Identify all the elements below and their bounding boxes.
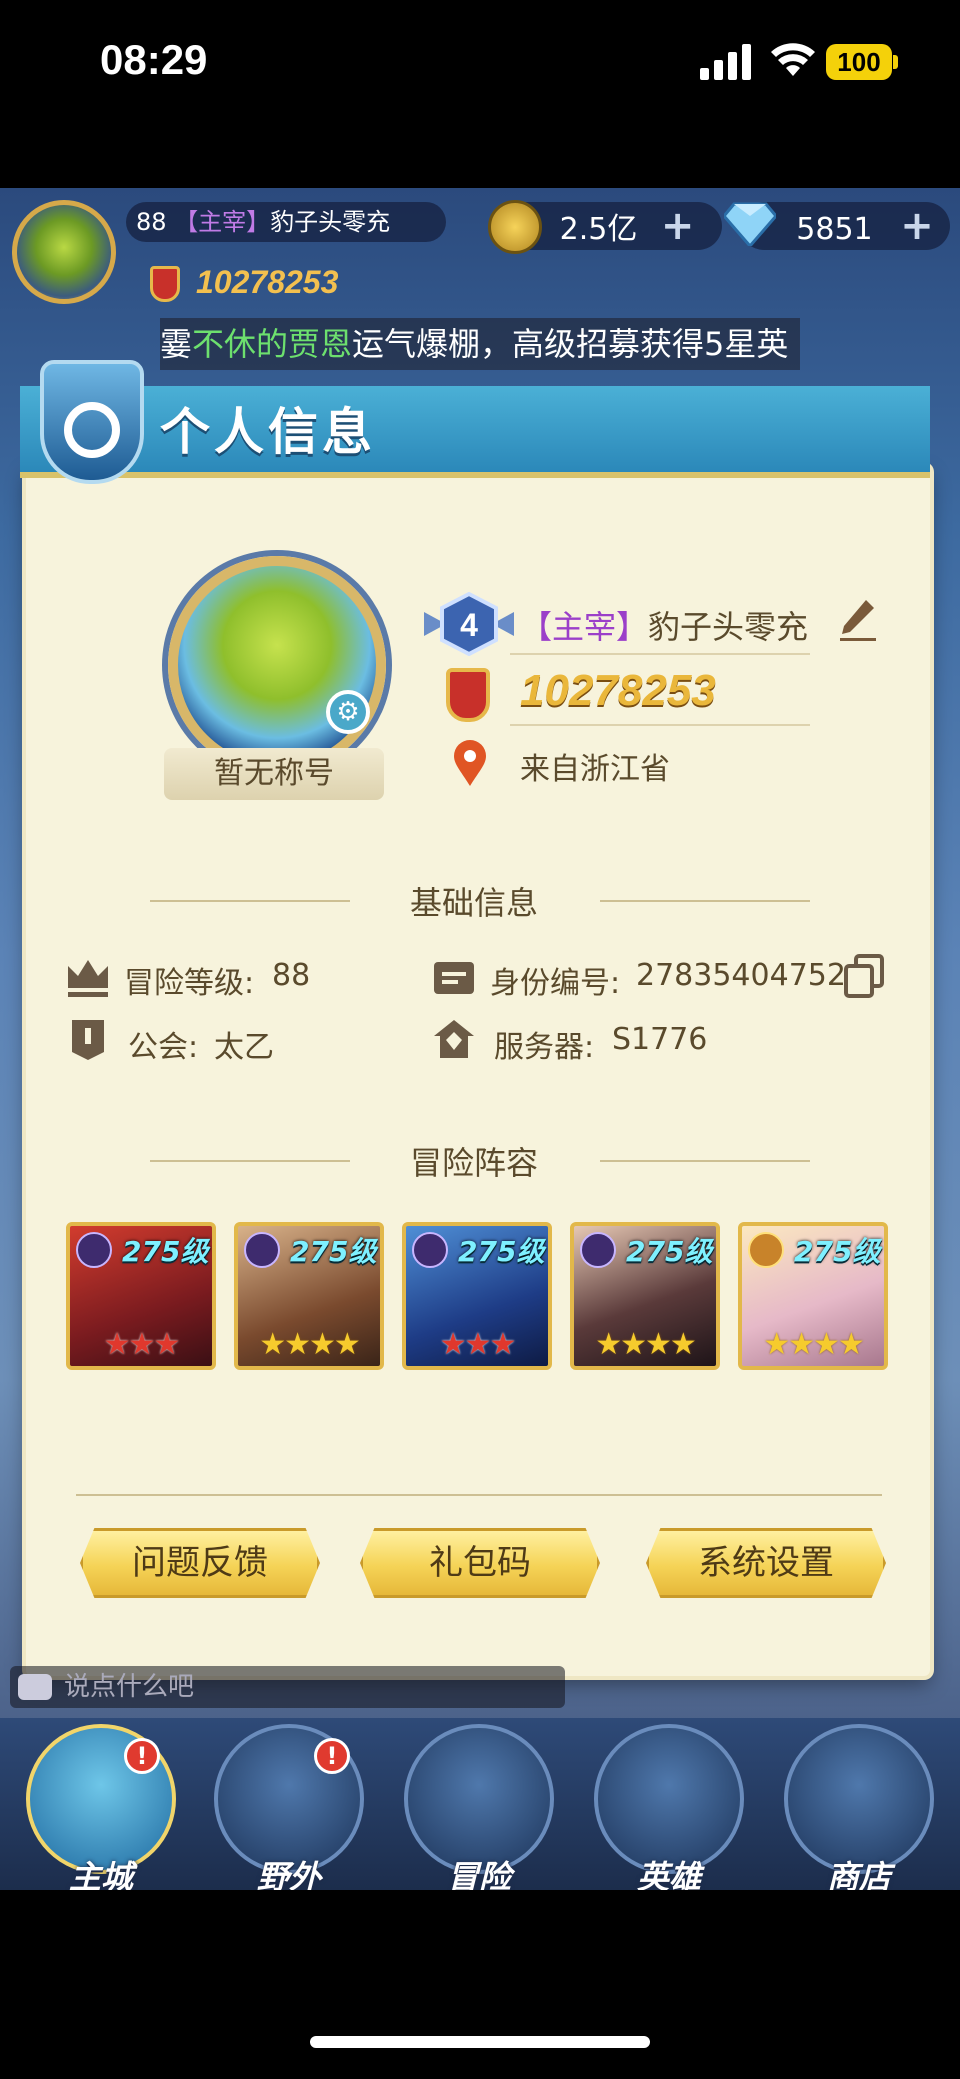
nav-wild-label: 野外	[256, 1858, 321, 1890]
panel-title: 个人信息	[160, 403, 376, 461]
screen: 08:29 100 88 【主宰】豹子头零充 10278253 2.5亿 + 5…	[0, 0, 960, 2079]
id-label: 身份编号:	[490, 966, 621, 1001]
bottom-divider	[76, 1494, 882, 1496]
alert-badge: !	[314, 1738, 350, 1774]
gem-amount: 5851	[796, 212, 873, 247]
player-title-ribbon[interactable]: 暂无称号	[164, 748, 384, 800]
announcement-ticker: 霎不休的贾恩运气爆棚，高级招募获得5星英	[160, 318, 800, 370]
wifi-icon	[771, 43, 815, 76]
nav-adventure-label: 冒险	[446, 1858, 511, 1890]
hero-card[interactable]: 275级 ★★★	[402, 1222, 552, 1370]
hero-stars: ★★★★	[595, 1327, 697, 1362]
vip-level-badge: 4	[424, 592, 514, 656]
home-indicator[interactable]	[310, 2036, 650, 2048]
guild-banner-icon	[72, 1020, 104, 1060]
guild-label: 公会:	[128, 1030, 199, 1065]
server-label: 服务器:	[494, 1030, 595, 1065]
hero-level: 275级	[794, 1235, 881, 1268]
profile-player-name: 豹子头零充	[648, 608, 809, 646]
clock-icon	[64, 402, 120, 458]
gold-coin-icon	[488, 200, 542, 254]
section-divider	[600, 900, 810, 902]
profile-title-tag: 【主宰】	[520, 608, 649, 646]
power-shield-icon	[446, 668, 490, 722]
lineup-title: 冒险阵容	[410, 1144, 539, 1182]
adventure-level-label: 冒险等级:	[124, 966, 255, 1001]
section-divider	[150, 900, 350, 902]
nav-hero-label: 英雄	[636, 1858, 701, 1890]
profile-name-row: 【主宰】豹子头零充	[520, 602, 808, 648]
status-time: 08:29	[100, 36, 208, 83]
hero-class-badge	[412, 1232, 448, 1268]
player-avatar[interactable]	[12, 200, 116, 304]
basic-info-title: 基础信息	[410, 884, 539, 922]
section-divider	[600, 1160, 810, 1162]
hero-level: 275级	[458, 1235, 545, 1268]
diamond-icon	[724, 202, 776, 246]
alert-badge: !	[124, 1738, 160, 1774]
hero-card[interactable]: 275级 ★★★★	[234, 1222, 384, 1370]
hero-class-badge	[580, 1232, 616, 1268]
id-card-icon	[434, 962, 474, 994]
ticker-prefix: 霎	[160, 325, 193, 363]
ticker-player: 不休的贾恩	[192, 325, 353, 363]
gold-amount: 2.5亿	[559, 212, 638, 247]
nav-main-city-label: 主城	[68, 1858, 133, 1890]
hero-stars: ★★★★	[259, 1327, 361, 1362]
hero-level: 275级	[290, 1235, 377, 1268]
vip-level-text: 4	[460, 607, 478, 643]
player-level: 88	[136, 208, 167, 236]
hero-level: 275级	[122, 1235, 209, 1268]
hero-class-badge	[244, 1232, 280, 1268]
hero-card[interactable]: 275级 ★★★	[66, 1222, 216, 1370]
gold-add-button[interactable]: +	[661, 203, 695, 249]
chat-input[interactable]: 说点什么吧	[10, 1666, 565, 1708]
player-title-tag: 【主宰】	[174, 208, 271, 236]
divider	[510, 653, 810, 655]
guild-value: 太乙	[214, 1030, 274, 1065]
power-shield-icon	[150, 266, 180, 302]
copy-icon[interactable]	[842, 954, 886, 998]
battery-indicator: 100	[826, 44, 892, 80]
feedback-button[interactable]: 问题反馈	[80, 1528, 320, 1598]
gear-icon[interactable]: ⚙	[326, 690, 370, 734]
ticker-message: 运气爆棚，高级招募获得5星英	[352, 325, 789, 363]
hero-stars: ★★★	[439, 1327, 517, 1362]
hero-class-badge	[76, 1232, 112, 1268]
panel-header	[20, 386, 930, 478]
battery-tip	[893, 55, 898, 69]
game-viewport: 88 【主宰】豹子头零充 10278253 2.5亿 + 5851 + 霎不休的…	[0, 188, 960, 1890]
system-settings-button[interactable]: 系统设置	[646, 1528, 886, 1598]
hero-level: 275级	[626, 1235, 713, 1268]
gift-code-button[interactable]: 礼包码	[360, 1528, 600, 1598]
crown-icon	[68, 960, 108, 997]
hero-card[interactable]: 275级 ★★★★	[738, 1222, 888, 1370]
section-divider	[150, 1160, 350, 1162]
location-text: 来自浙江省	[520, 752, 670, 787]
hero-class-badge	[748, 1232, 784, 1268]
player-level-bar: 88 【主宰】豹子头零充	[126, 202, 446, 242]
divider	[510, 724, 810, 726]
chat-bubble-icon	[18, 1674, 52, 1700]
power-value: 10278253	[196, 264, 339, 300]
profile-portrait[interactable]	[168, 556, 386, 774]
signal-icon	[700, 44, 751, 80]
gem-add-button[interactable]: +	[900, 203, 934, 249]
server-value: S1776	[612, 1022, 708, 1057]
profile-power: 10278253	[520, 666, 716, 715]
hero-stars: ★★★★	[763, 1327, 865, 1362]
player-name: 豹子头零充	[270, 208, 391, 236]
id-value: 27835404752	[636, 958, 846, 993]
hero-stars: ★★★	[103, 1327, 181, 1362]
location-pin-icon	[454, 740, 486, 786]
adventure-level-value: 88	[272, 958, 311, 993]
hero-card[interactable]: 275级 ★★★★	[570, 1222, 720, 1370]
server-house-icon	[434, 1020, 474, 1058]
edit-icon[interactable]	[838, 598, 878, 642]
nav-shop-label: 商店	[826, 1858, 891, 1890]
